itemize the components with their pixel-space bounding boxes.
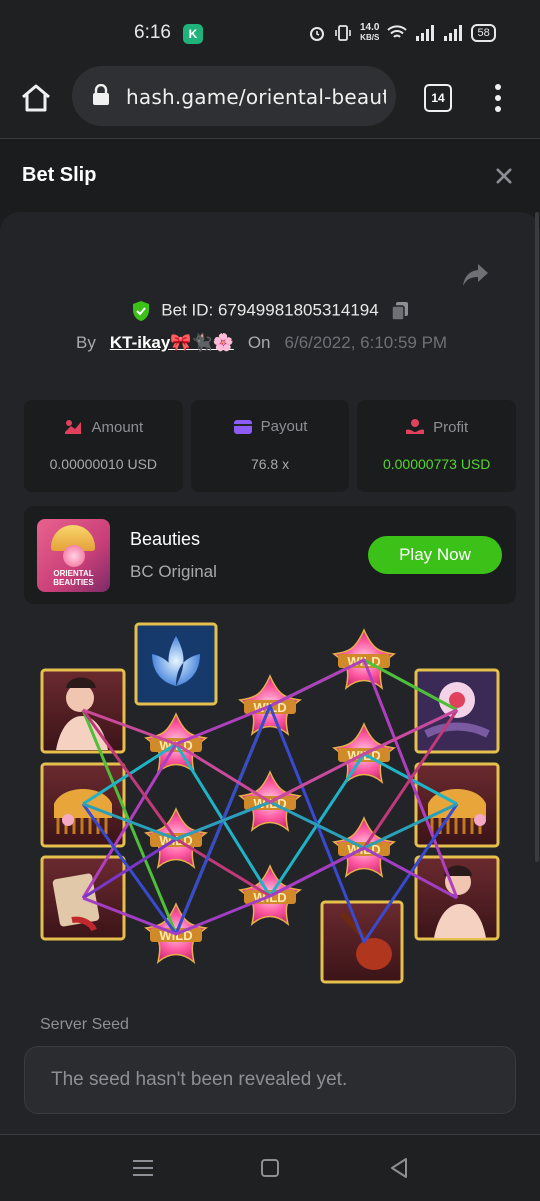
copy-icon[interactable]	[391, 301, 409, 321]
server-seed-placeholder: The seed hasn't been revealed yet.	[51, 1069, 348, 1090]
status-bar: 6:16 K 14.0 KB/S 58	[0, 0, 540, 62]
bet-id-row: Bet ID: 67949981805314194	[0, 300, 540, 322]
server-seed-label: Server Seed	[40, 1016, 129, 1033]
page-title: Bet Slip	[22, 164, 97, 186]
wifi-icon	[387, 25, 408, 38]
stat-value: 76.8 x	[250, 456, 290, 472]
vibrate-icon	[335, 25, 351, 41]
home-nav-icon[interactable]	[257, 1155, 283, 1181]
bet-stats: Amount 0.00000010 USD Payout 76.8 x Prof…	[24, 400, 517, 492]
address-bar[interactable]: hash.game/oriental-beautie	[72, 66, 396, 126]
battery-icon: 58	[471, 24, 496, 42]
tab-switcher-button[interactable]: 14	[424, 84, 452, 112]
stat-label: Amount	[91, 418, 144, 436]
recent-apps-icon[interactable]	[130, 1155, 156, 1181]
more-menu-icon[interactable]	[488, 82, 508, 114]
back-icon[interactable]	[386, 1155, 412, 1181]
stat-value: 0.00000010 USD	[49, 456, 158, 472]
bet-slip-header: Bet Slip	[0, 140, 540, 212]
user-link[interactable]: KT-ikay🎀🐈‍⬛🌸	[110, 333, 234, 353]
stat-profit: Profit 0.00000773 USD	[357, 400, 517, 492]
game-card: ORIENTAL BEAUTIES Beauties BC Original P…	[24, 506, 516, 604]
browser-toolbar: hash.game/oriental-beautie 14	[0, 62, 540, 139]
stat-label: Profit	[433, 418, 469, 436]
stat-label: Payout	[260, 418, 308, 435]
bet-date: 6/6/2022, 6:10:59 PM	[284, 333, 448, 352]
wallet-icon	[233, 419, 252, 434]
status-time: 6:16	[134, 22, 171, 43]
stat-value: 0.00000773 USD	[382, 456, 491, 472]
status-icons: 14.0 KB/S 58	[308, 20, 496, 46]
url-text: hash.game/oriental-beautie	[126, 85, 386, 109]
network-speed: 14.0 KB/S	[360, 22, 380, 43]
stat-amount: Amount 0.00000010 USD	[24, 400, 183, 492]
lock-icon	[93, 84, 109, 105]
bet-id: Bet ID: 67949981805314194	[161, 300, 379, 320]
by-label: By	[76, 333, 96, 352]
verified-shield-icon	[132, 301, 149, 321]
game-provider: BC Original	[130, 562, 217, 581]
on-label: On	[247, 333, 271, 352]
system-nav-bar	[0, 1134, 540, 1201]
play-now-button[interactable]: Play Now	[368, 536, 502, 574]
bet-byline: By KT-ikay🎀🐈‍⬛🌸 On 6/6/2022, 6:10:59 PM	[76, 333, 447, 353]
game-thumbnail[interactable]: ORIENTAL BEAUTIES	[37, 519, 110, 592]
game-logo-text: ORIENTAL BEAUTIES	[53, 569, 94, 587]
amount-icon	[65, 420, 82, 434]
profit-icon	[406, 419, 425, 434]
app-badge-icon: K	[183, 24, 203, 44]
close-icon[interactable]	[490, 162, 518, 190]
signal-icon-2	[444, 25, 463, 41]
slot-result-board: WILD	[40, 622, 500, 984]
alarm-icon	[310, 27, 324, 41]
signal-icon	[416, 25, 435, 41]
game-name: Beauties	[130, 529, 201, 549]
share-icon[interactable]	[462, 262, 490, 288]
tile-pipa	[320, 900, 404, 984]
stat-payout: Payout 76.8 x	[190, 400, 350, 492]
server-seed-field[interactable]: The seed hasn't been revealed yet.	[24, 1046, 516, 1114]
tile-lotus	[134, 622, 218, 706]
home-icon[interactable]	[18, 80, 54, 116]
